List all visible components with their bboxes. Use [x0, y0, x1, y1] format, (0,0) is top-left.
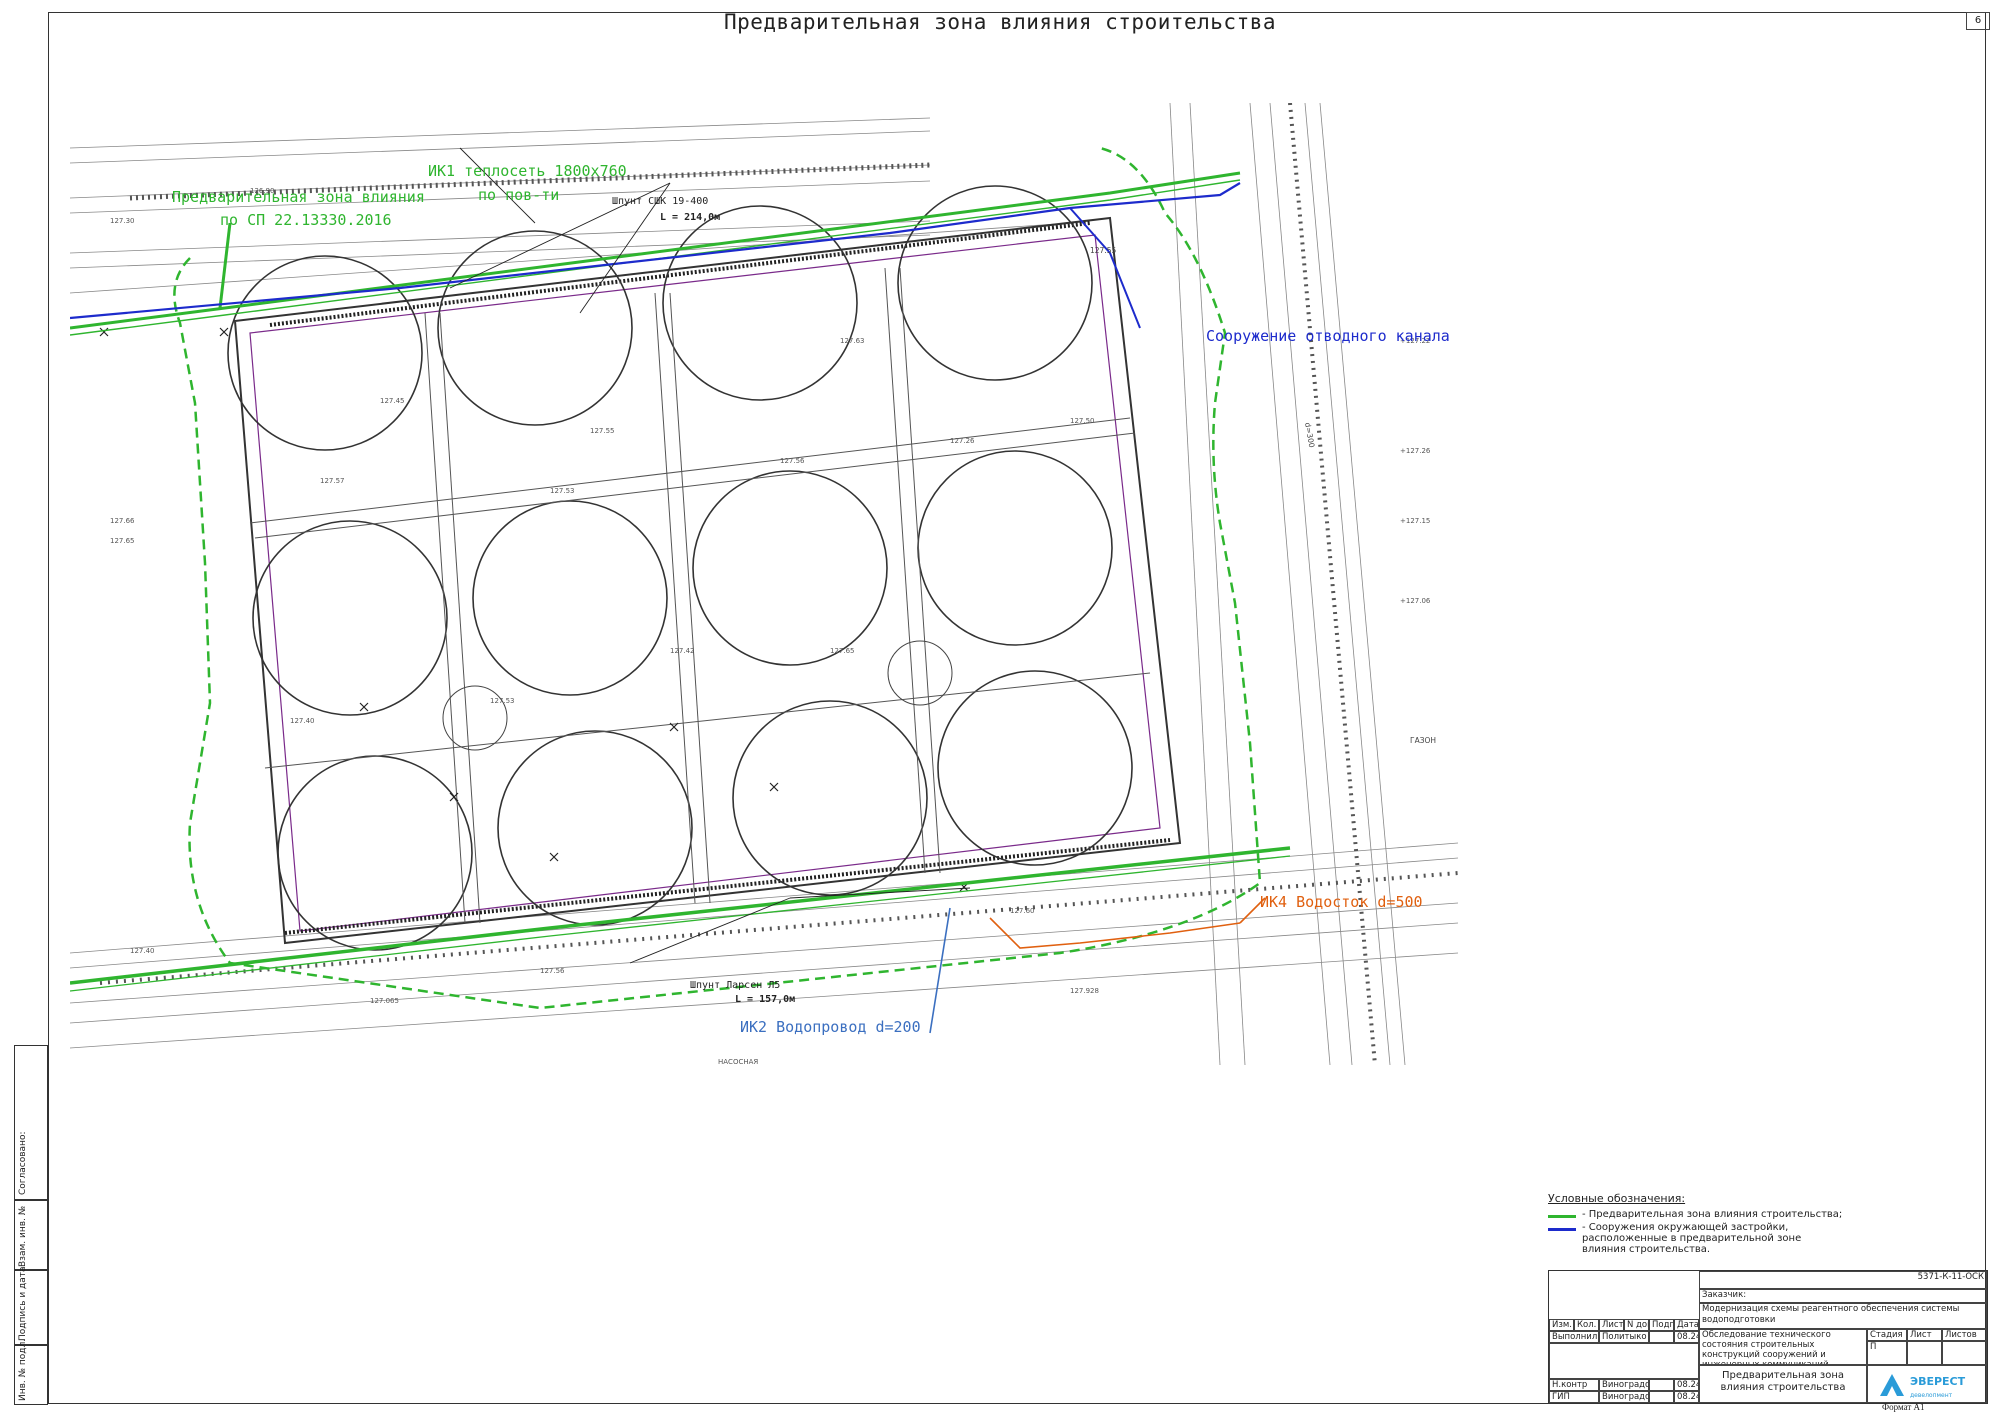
shaft-bottom-length: L = 157,0м [735, 994, 796, 1005]
inv-label: Инв. № подл. [18, 1338, 28, 1401]
company-sub: девелопмент [1910, 1392, 1953, 1399]
gip-label: ГИП [1549, 1391, 1599, 1403]
vzam-label: Взам. инв. № [18, 1205, 28, 1267]
list-value [1907, 1341, 1942, 1365]
shaft-top-label: Шпунт СШК 19-400 [612, 196, 709, 207]
stage-value: П [1867, 1341, 1907, 1365]
vypolnil-name: Политыко [1599, 1331, 1649, 1343]
svg-text:127.65: 127.65 [110, 537, 135, 545]
site-plan: 127.30126.90 127.45127.55 127.63127.50 1… [70, 103, 1458, 1065]
sheet-title: Предварительная зона влияния строительст… [723, 10, 1276, 34]
svg-text:+127.06: +127.06 [1400, 597, 1431, 605]
col-podp: Подп. [1649, 1319, 1674, 1331]
svg-text:127.66: 127.66 [110, 517, 135, 525]
ik1-label-line1: ИК1 теплосеть 1800х760 [428, 162, 627, 180]
zakazchik-label: Заказчик: [1699, 1289, 1987, 1303]
sheet-number: 6 [1966, 12, 1990, 30]
col-kolich: Кол. уч [1574, 1319, 1599, 1331]
svg-text:127.55: 127.55 [1090, 246, 1116, 255]
svg-text:127.53: 127.53 [490, 697, 515, 705]
svg-text:127.928: 127.928 [1070, 987, 1099, 995]
svg-text:127.63: 127.63 [840, 337, 865, 345]
svg-text:127.40: 127.40 [130, 947, 155, 955]
nkontr-date: 08.24 [1674, 1379, 1699, 1391]
col-ndok: N док. [1624, 1319, 1649, 1331]
svg-text:+127.15: +127.15 [1400, 517, 1430, 525]
col-data: Дата [1674, 1319, 1699, 1331]
doc-code: 5371-К-11-ОСК [1699, 1271, 1987, 1289]
ik2-label: ИК2 Водопровод d=200 [740, 1018, 921, 1036]
podpis-label: Подпись и дата [18, 1266, 28, 1341]
zone-label-line2: по СП 22.13330.2016 [220, 211, 392, 229]
company-name: ЭВЕРЕСТ [1910, 1375, 1966, 1388]
ik4-label: ИК4 Водосток d=500 [1260, 893, 1423, 911]
legend-item-text: - Сооружения окружающей застройки, распо… [1582, 1222, 1802, 1255]
legend-title: Условные обозначения: [1548, 1192, 1686, 1205]
svg-text:127.55: 127.55 [590, 427, 615, 435]
soglasovano-label: Согласовано: [18, 1131, 28, 1195]
legend-item: - Сооружения окружающей застройки, распо… [1548, 1222, 1848, 1255]
svg-text:+127.26: +127.26 [1400, 447, 1431, 455]
svg-text:127.26: 127.26 [950, 437, 975, 445]
stage-header: Стадия [1867, 1329, 1907, 1341]
svg-text:127.57: 127.57 [320, 477, 345, 485]
side-approval-stamp: Согласовано: Взам. инв. № Подпись и дата… [14, 1045, 48, 1405]
empty-rows [1549, 1343, 1699, 1379]
col-izm: Изм. [1549, 1319, 1574, 1331]
vypolnil-sign [1649, 1331, 1674, 1343]
shaft-top-length: L = 214,0м [660, 212, 721, 223]
sheet-name: Предварительная зона влияния строительст… [1699, 1365, 1867, 1403]
company-logo-cell: ЭВЕРЕСТ девелопмент [1867, 1365, 1987, 1403]
svg-text:127.45: 127.45 [380, 397, 405, 405]
legend-item: - Предварительная зона влияния строитель… [1548, 1209, 1848, 1220]
legend-swatch-green [1548, 1215, 1576, 1218]
listov-value [1942, 1341, 1987, 1365]
gip-sign [1649, 1391, 1674, 1403]
otvod-canal-label: Сооружение отводного канала [1206, 327, 1450, 345]
shaft-bottom-label: Шпунт Ларсен Л5 [690, 980, 781, 991]
work-description: Обследование технического состояния стро… [1699, 1329, 1867, 1365]
col-list: Лист [1599, 1319, 1624, 1331]
company-logo-icon [1880, 1374, 1904, 1396]
nkontr-name: Виноградов [1599, 1379, 1649, 1391]
nkontr-sign [1649, 1379, 1674, 1391]
pump-station-label: НАСОСНАЯ [718, 1058, 759, 1066]
gip-date: 08.24 [1674, 1391, 1699, 1403]
svg-text:127.42: 127.42 [670, 647, 695, 655]
svg-text:127.065: 127.065 [370, 997, 399, 1005]
listov-header: Листов [1942, 1329, 1987, 1341]
legend: Условные обозначения: - Предварительная … [1548, 1192, 1848, 1257]
svg-text:127.50: 127.50 [1070, 417, 1095, 425]
format-label: Формат А1 [1882, 1402, 1925, 1412]
gip-name: Виноградов [1599, 1391, 1649, 1403]
legend-item-text: - Предварительная зона влияния строитель… [1582, 1209, 1843, 1220]
ik1-label-line2: по пов-ти [478, 186, 560, 204]
svg-text:127.40: 127.40 [290, 717, 315, 725]
svg-text:127.60: 127.60 [1010, 907, 1035, 915]
nkontr-label: Н.контр [1549, 1379, 1599, 1391]
svg-text:127.30: 127.30 [110, 217, 135, 225]
vypolnil-date: 08.24 [1674, 1331, 1699, 1343]
svg-text:127.53: 127.53 [550, 487, 575, 495]
svg-text:127.56: 127.56 [540, 967, 565, 975]
legend-swatch-blue [1548, 1228, 1576, 1231]
list-header: Лист [1907, 1329, 1942, 1341]
title-block: 5371-К-11-ОСК Заказчик: Модернизация схе… [1548, 1270, 1988, 1404]
vypolnil-label: Выполнил [1549, 1331, 1599, 1343]
project-name: Модернизация схемы реагентного обеспечен… [1699, 1303, 1987, 1329]
svg-text:ГАЗОН: ГАЗОН [1410, 736, 1436, 745]
zone-label-line1: Предварительная зона влияния [172, 188, 425, 206]
svg-text:127.56: 127.56 [780, 457, 805, 465]
svg-text:127.65: 127.65 [830, 647, 855, 655]
